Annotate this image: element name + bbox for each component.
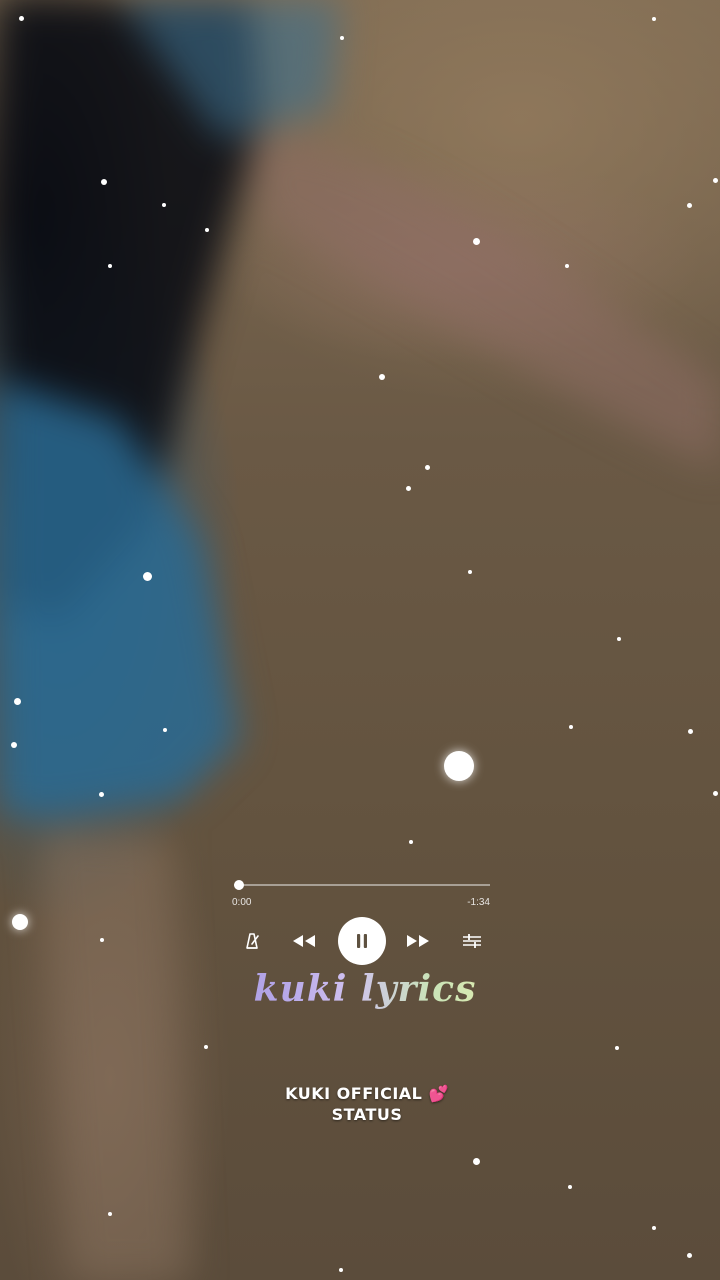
sparkle [205, 228, 209, 232]
rewind-icon [293, 935, 315, 947]
pause-button[interactable] [338, 917, 386, 965]
sparkle [340, 36, 344, 40]
hearts-emoji: 💕 [428, 1084, 449, 1103]
sparkle [14, 698, 21, 705]
sparkle [687, 1253, 692, 1258]
sparkle [406, 486, 411, 491]
brand-title: kuki lyrics [200, 968, 530, 1010]
sparkle [12, 914, 28, 930]
sparkle [379, 374, 385, 380]
fast-forward-icon [407, 935, 429, 947]
sparkle [617, 637, 621, 641]
channel-watermark: KUKI OFFICIAL 💕 STATUS [282, 1083, 452, 1125]
sparkle [444, 751, 474, 781]
sparkle [468, 570, 472, 574]
sparkle [143, 572, 152, 581]
music-player-widget: 0:00 -1:34 [230, 878, 492, 968]
sparkle [688, 729, 693, 734]
pause-icon [357, 934, 367, 948]
elapsed-time: 0:00 [232, 897, 252, 908]
rewind-button[interactable] [282, 916, 326, 966]
sparkle [687, 203, 692, 208]
sparkle [11, 742, 17, 748]
equalizer-icon [463, 934, 481, 948]
sparkle [108, 264, 112, 268]
sparkle [409, 840, 413, 844]
metronome-button[interactable] [230, 916, 274, 966]
sparkle [204, 1045, 208, 1049]
sparkle [99, 792, 104, 797]
sparkle [569, 725, 573, 729]
playback-controls [230, 916, 492, 966]
sparkle [163, 728, 167, 732]
sparkle [713, 178, 718, 183]
screen: 0:00 -1:34 kuki lyrics KUKI OFFICIAL 💕 S… [0, 0, 720, 1280]
fast-forward-button[interactable] [396, 916, 440, 966]
sparkle [615, 1046, 619, 1050]
watermark-name: KUKI OFFICIAL [285, 1084, 423, 1103]
progress-track[interactable] [234, 880, 490, 890]
equalizer-button[interactable] [450, 916, 494, 966]
sparkle [473, 1158, 480, 1165]
progress-knob[interactable] [234, 880, 244, 890]
watermark-line-2: STATUS [331, 1105, 403, 1124]
sparkle [713, 791, 718, 796]
sparkle [652, 1226, 656, 1230]
sparkle [108, 1212, 112, 1216]
sparkle [652, 17, 656, 21]
sparkle [101, 179, 107, 185]
sparkle [19, 16, 24, 21]
sparkle [473, 238, 480, 245]
sparkle [425, 465, 430, 470]
sparkle [568, 1185, 572, 1189]
remaining-time: -1:34 [467, 897, 490, 908]
metronome-icon [246, 933, 259, 949]
sparkle [100, 938, 104, 942]
sparkle [565, 264, 569, 268]
watermark-line-1: KUKI OFFICIAL 💕 [282, 1083, 452, 1104]
sparkle [162, 203, 166, 207]
sparkle [339, 1268, 343, 1272]
